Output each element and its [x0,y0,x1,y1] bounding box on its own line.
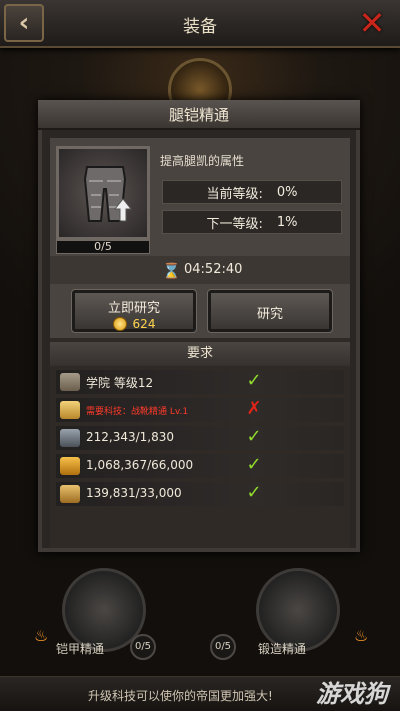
check-icon: ✓ [246,454,262,475]
research-button[interactable]: 研究 [207,289,333,333]
tech-description: 提高腿凯的属性 [160,154,245,168]
requirements-list: 学院 等级12 ✓ 需要科技：战靴精通 Lv.1 ✗ 212,343/1,830… [56,370,344,510]
next-level-row: 下一等级: 1% [162,210,342,234]
timer-row: ⌛ 04:52:40 [50,256,350,284]
current-level-value: 0% [276,184,298,200]
instant-research-button[interactable]: 立即研究 624 [71,289,197,333]
academy-icon [60,373,80,391]
tech-item-frame [56,146,150,240]
check-icon: ✓ [246,370,262,391]
requirement-text: 212,343/1,830 [86,430,175,444]
requirement-text: 139,831/33,000 [86,486,182,500]
tech-node-armor-label: 铠甲精通 [56,642,105,656]
tech-info-panel: 0/5 提高腿凯的属性 当前等级: 0% 下一等级: 1% ⌛ 04:52:40… [50,138,350,338]
dialog-title: 腿铠精通 [168,106,229,124]
requirements-header: 要求 [50,342,350,366]
torch-icon: ♨ [34,626,49,645]
gold-coin-icon [112,317,127,331]
watermark-logo: 游戏狗 [316,680,388,708]
requirement-row[interactable]: 需要科技：战靴精通 Lv.1 ✗ [56,398,344,422]
top-bar: ‹ 装备 ✕ [0,0,400,48]
instant-cost-value: 624 [132,317,156,331]
check-icon: ✓ [246,482,262,503]
dialog-header: 腿铠精通 [38,100,360,130]
close-x-icon: ✕ [358,4,386,42]
torch-icon: ♨ [354,626,369,645]
check-icon: ✓ [246,426,262,447]
close-button[interactable]: ✕ [356,4,388,42]
requirement-row: 1,068,367/66,000 ✓ [56,454,344,478]
current-level-row: 当前等级: 0% [162,180,342,204]
requirement-text: 1,068,367/66,000 [86,458,194,472]
current-level-label: 当前等级: [206,186,263,202]
tech-node-armor-count: 0/5 [130,634,156,660]
wood-icon [60,485,80,503]
dialog-body: 0/5 提高腿凯的属性 当前等级: 0% 下一等级: 1% ⌛ 04:52:40… [50,138,350,548]
next-level-value: 1% [276,214,298,230]
requirement-row: 学院 等级12 ✓ [56,370,344,394]
next-level-label: 下一等级: [206,216,263,232]
requirement-row: 212,343/1,830 ✓ [56,426,344,450]
requirement-row: 139,831/33,000 ✓ [56,482,344,506]
cross-icon: ✗ [246,398,262,419]
scroll-icon [60,401,80,419]
research-dialog: 腿铠精通 0/5 提高腿凯的属性 当前等级: 0% 下一等级: 1% ⌛ 04:… [38,100,360,552]
tech-node-forge-label: 锻造精通 [258,642,307,656]
requirement-text: 学院 等级12 [86,376,154,390]
instant-cost: 624 [75,317,193,331]
hourglass-icon: ⌛ [162,262,181,280]
instant-research-label: 立即研究 [107,301,160,316]
tech-node-forge-count: 0/5 [210,634,236,660]
feather-icon [60,457,80,475]
research-timer: 04:52:40 [184,262,243,277]
requirement-text: 需要科技：战靴精通 Lv.1 [86,407,189,417]
hint-text: 升级科技可以使你的帝国更加强大! [88,689,273,703]
tech-level-progress: 0/5 [56,240,150,254]
iron-ore-icon [60,429,80,447]
page-title: 装备 [183,17,217,37]
leg-armor-icon [83,166,133,222]
research-label: 研究 [256,307,283,322]
